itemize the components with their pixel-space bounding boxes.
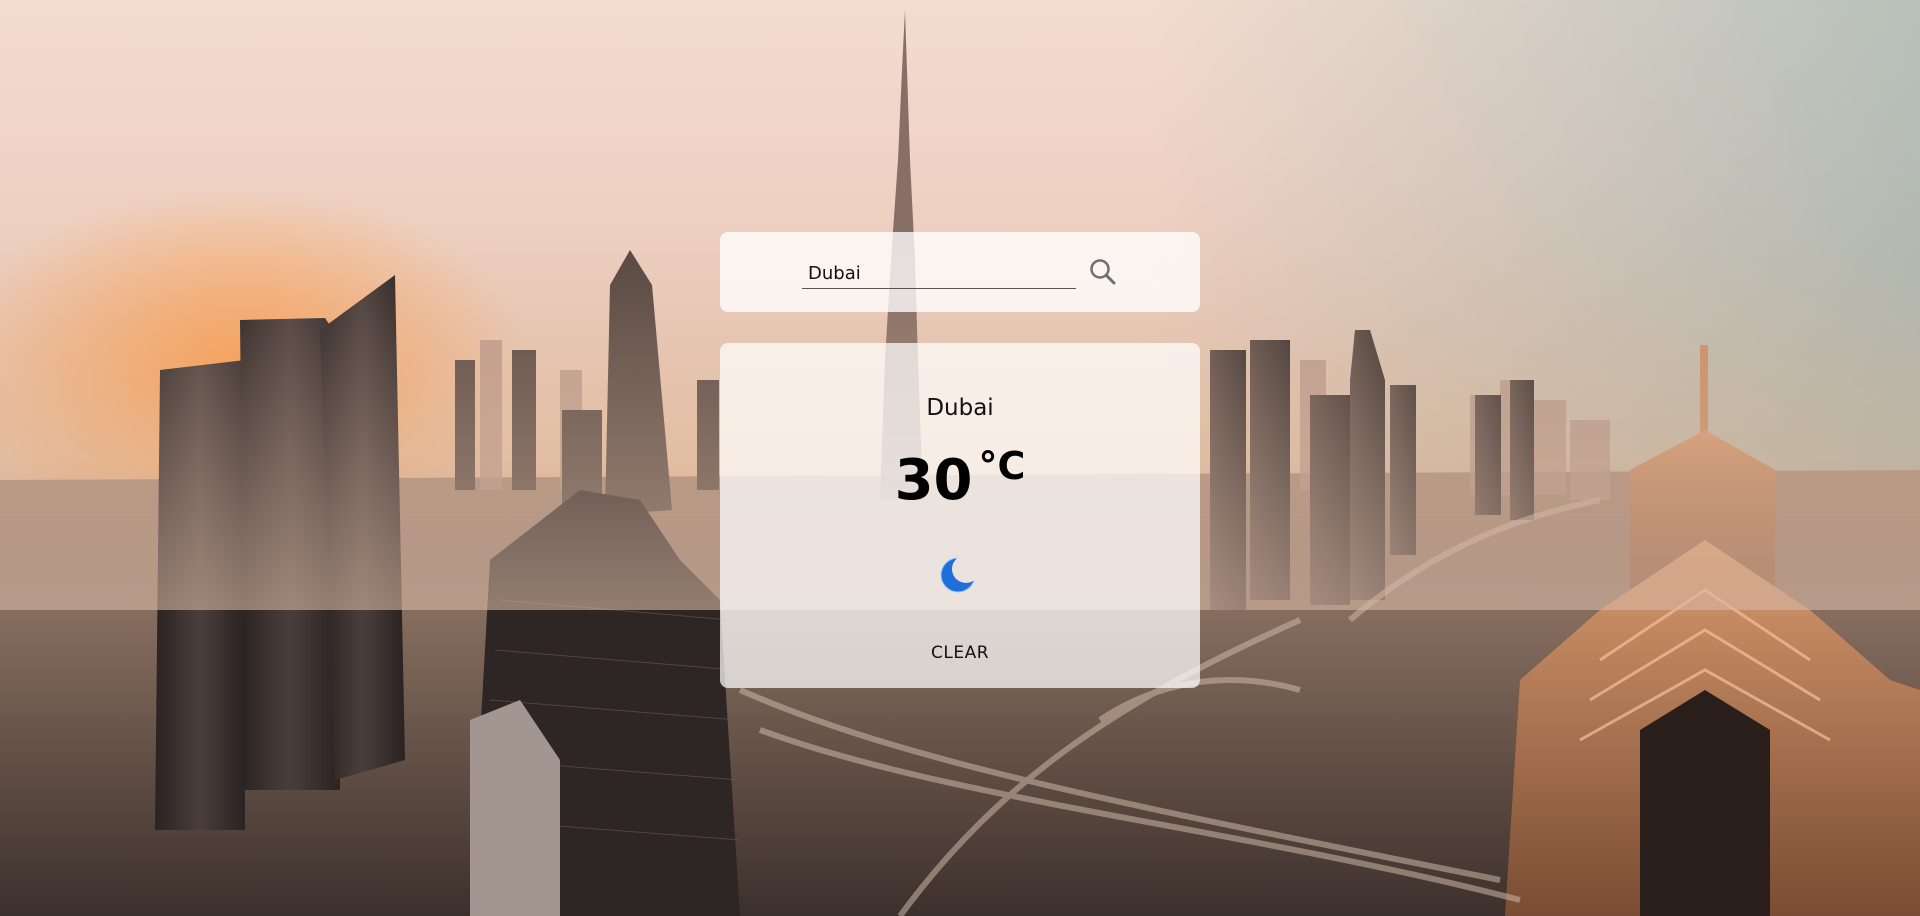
city-name: Dubai [926,395,994,421]
search-card [720,232,1200,312]
temperature-value: 30 [894,448,973,513]
city-search-input[interactable] [802,258,1076,289]
temperature-display: 30 °C [720,444,1200,513]
weather-card: Dubai 30 °C CLEAR [720,343,1200,688]
page-background: Dubai 30°C CLEAR [0,0,1920,916]
moon-icon [940,557,976,593]
search-icon [1090,258,1116,284]
temperature-unit: °C [978,444,1026,488]
weather-description: CLEAR [930,643,990,663]
search-button[interactable] [1086,256,1120,290]
